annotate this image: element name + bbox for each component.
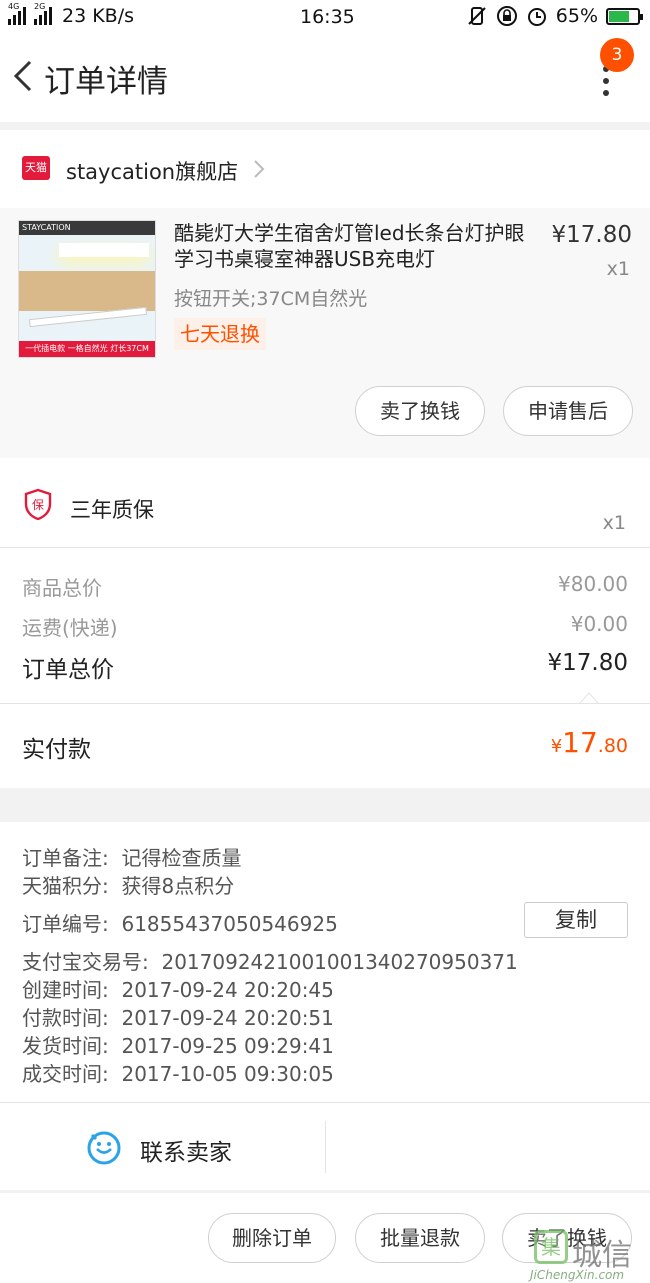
alipay-trade-row: 支付宝交易号: 2017092421001001340270950371 (22, 950, 518, 974)
signal-icon-2: 2G (34, 2, 52, 25)
created-time-row: 创建时间: 2017-09-24 20:20:45 (22, 978, 334, 1002)
product-sku: 按钮开关;37CM自然光 (174, 288, 368, 310)
status-right: 65% (466, 5, 643, 27)
points-row: 天猫积分: 获得8点积分 (22, 874, 235, 898)
shop-name: staycation旗舰店 (66, 160, 239, 184)
status-bar: 4G 2G 23 KB/s 16:35 65% (0, 0, 650, 36)
caret-up-icon (580, 692, 598, 703)
divider (325, 1121, 326, 1173)
watermark-logo: 集 城信 JiChengXin.com (530, 1230, 650, 1283)
notification-badge: 3 (600, 38, 634, 72)
remark-row: 订单备注: 记得检查质量 (22, 846, 242, 870)
amount-paid-label: 实付款 (22, 737, 91, 763)
product-item[interactable]: STAYCATION 一代插电款 一格自然光 灯长37CM 酷毙灯大学生宿舍灯管… (0, 208, 650, 458)
signal-icon: 4G (8, 2, 26, 25)
contact-bar: 联系卖家 (0, 1102, 650, 1190)
back-arrow-icon[interactable] (10, 58, 34, 94)
return-policy-tag: 七天退换 (174, 318, 266, 350)
battery-icon (606, 7, 643, 25)
app-header: 订单详情 3 (0, 36, 650, 122)
contact-seller-label: 联系卖家 (140, 1140, 232, 1166)
completed-time-row: 成交时间: 2017-10-05 09:30:05 (22, 1062, 334, 1086)
order-number-row: 订单编号: 61855437050546925 (22, 912, 338, 936)
copy-order-number-button[interactable]: 复制 (524, 902, 628, 938)
sell-for-cash-button[interactable]: 卖了换钱 (355, 386, 485, 436)
battery-percent: 65% (555, 5, 598, 27)
lock-rotation-icon (496, 6, 517, 26)
svg-text:保: 保 (32, 498, 44, 512)
contact-seller-button[interactable]: 联系卖家 (0, 1103, 325, 1191)
vibrate-icon (468, 7, 486, 25)
goods-total-row: 商品总价 ¥80.00 (22, 572, 628, 600)
shop-row[interactable]: 天猫 staycation旗舰店 (0, 130, 650, 208)
amount-paid-value: ¥17.80 (550, 726, 628, 759)
alarm-icon (527, 8, 546, 26)
product-image[interactable]: STAYCATION 一代插电款 一格自然光 灯长37CM (18, 220, 156, 358)
tmall-icon: 天猫 (22, 156, 50, 180)
chevron-right-icon (254, 160, 265, 178)
page-title: 订单详情 (44, 64, 168, 100)
order-info: 订单备注: 记得检查质量 天猫积分: 获得8点积分 订单编号: 61855437… (0, 822, 650, 1102)
warranty-shield-icon: 保 (24, 488, 52, 520)
batch-refund-button[interactable]: 批量退款 (355, 1213, 485, 1263)
status-left: 4G 2G 23 KB/s (8, 2, 135, 27)
chat-bubble-icon (87, 1131, 121, 1165)
product-quantity: x1 (606, 258, 630, 280)
after-sale-button[interactable]: 申请售后 (503, 386, 633, 436)
price-summary: 商品总价 ¥80.00 运费(快递) ¥0.00 订单总价 ¥17.80 (0, 548, 650, 703)
shipped-time-row: 发货时间: 2017-09-25 09:29:41 (22, 1034, 334, 1058)
warranty-row: 保 三年质保 x1 (0, 458, 650, 548)
order-total-row: 订单总价 ¥17.80 (22, 650, 628, 683)
clock: 16:35 (300, 6, 355, 28)
amount-paid-row: 实付款 ¥17.80 (0, 703, 650, 788)
paid-time-row: 付款时间: 2017-09-24 20:20:51 (22, 1006, 334, 1030)
warranty-name: 三年质保 (70, 498, 154, 522)
shipping-row: 运费(快递) ¥0.00 (22, 612, 628, 640)
warranty-quantity: x1 (602, 512, 626, 534)
product-price: ¥17.80 (551, 222, 632, 248)
delete-order-button[interactable]: 删除订单 (208, 1213, 336, 1263)
product-title: 酷毙灯大学生宿舍灯管led长条台灯护眼学习书桌寝室神器USB充电灯 (174, 221, 525, 271)
net-speed: 23 KB/s (62, 5, 135, 27)
